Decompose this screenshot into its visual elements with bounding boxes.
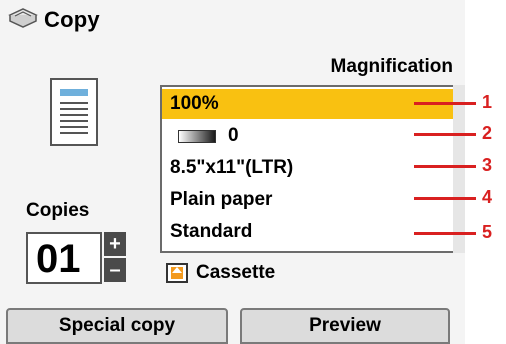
setting-magnification[interactable]: 100% — [162, 89, 454, 119]
copies-label: Copies — [26, 200, 90, 221]
cassette-icon — [166, 263, 188, 283]
callout-number-2: 2 — [482, 123, 493, 143]
callout-line-2 — [414, 133, 476, 136]
callout-line-5 — [414, 232, 476, 235]
callout-number-3: 3 — [482, 155, 493, 175]
scrollbar[interactable] — [453, 85, 465, 253]
callout-number-1: 1 — [482, 92, 493, 112]
special-copy-button[interactable]: Special copy — [6, 308, 228, 344]
setting-page-size[interactable]: 8.5"x11"(LTR) — [162, 153, 454, 183]
setting-value: Standard — [170, 221, 253, 242]
copies-decrease-button[interactable]: – — [104, 258, 126, 282]
setting-print-quality[interactable]: Standard — [162, 217, 454, 247]
copies-value: 01 — [36, 237, 81, 281]
page-title: Copy — [44, 7, 100, 32]
settings-list: 100% 0 8.5"x11"(LTR) Plain paper Standar… — [160, 85, 454, 253]
density-gradient-icon — [178, 129, 216, 143]
document-preview-icon — [50, 78, 98, 146]
magnification-label: Magnification — [330, 56, 453, 77]
setting-density[interactable]: 0 — [162, 121, 454, 151]
copy-icon — [6, 5, 40, 36]
copies-increase-button[interactable]: + — [104, 232, 126, 256]
paper-source-label: Cassette — [196, 262, 276, 283]
copy-screen: Copy Magnification 100% 0 8.5"x11"(LTR) … — [0, 0, 465, 344]
callout-number-5: 5 — [482, 222, 493, 242]
callout-number-4: 4 — [482, 187, 493, 207]
copies-field[interactable]: 01 — [26, 232, 102, 284]
callout-line-4 — [414, 197, 476, 200]
header: Copy — [6, 4, 100, 36]
callout-line-1 — [414, 102, 476, 105]
setting-value: 0 — [228, 125, 239, 146]
callout-line-3 — [414, 165, 476, 168]
setting-media-type[interactable]: Plain paper — [162, 185, 454, 215]
paper-source[interactable]: Cassette — [166, 262, 275, 284]
setting-value: 8.5"x11"(LTR) — [170, 157, 294, 178]
preview-button[interactable]: Preview — [240, 308, 450, 344]
setting-value: Plain paper — [170, 189, 273, 210]
setting-value: 100% — [170, 93, 219, 114]
